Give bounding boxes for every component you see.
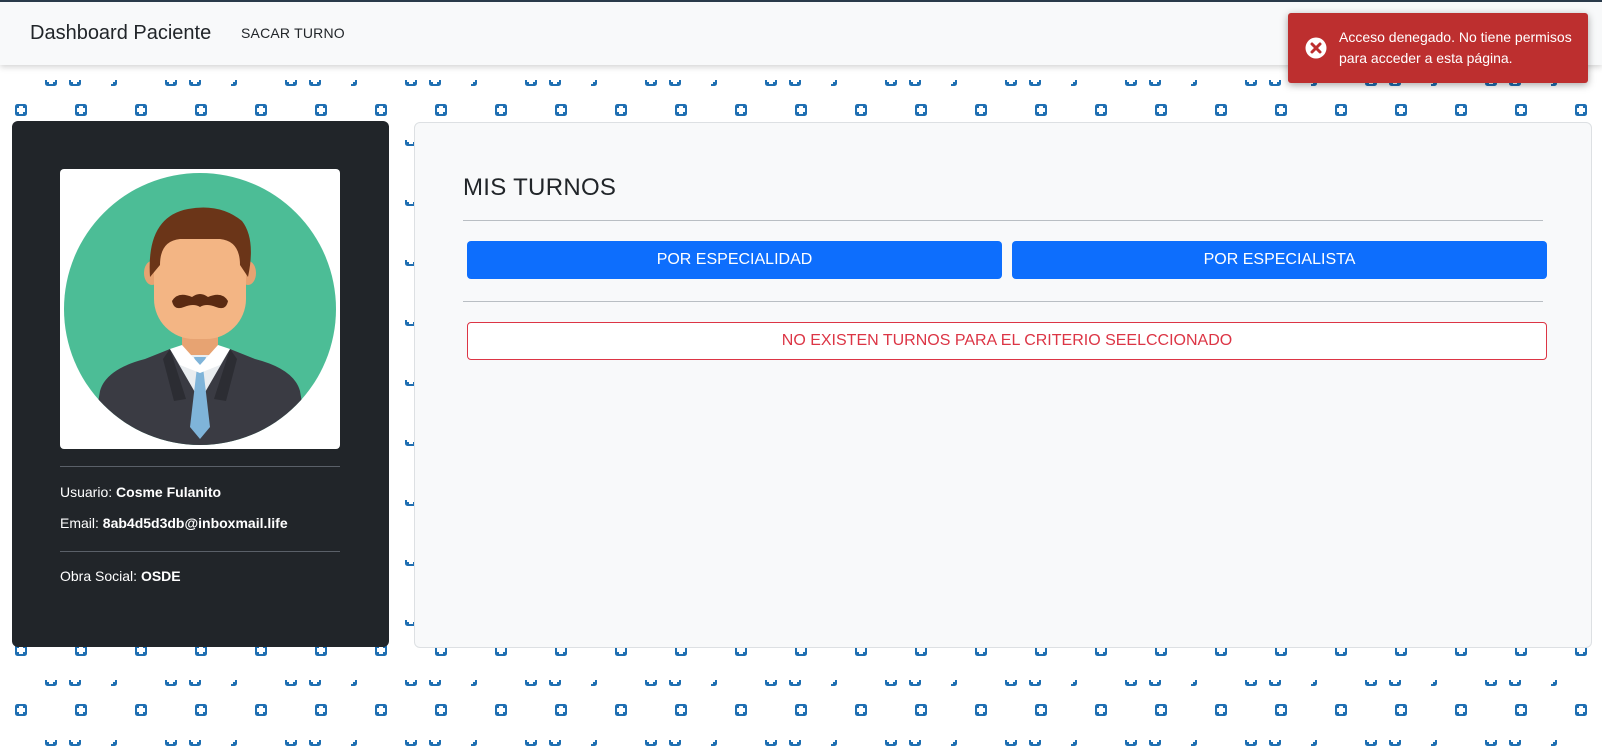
email-value: 8ab4d5d3db@inboxmail.life (102, 515, 288, 531)
turnos-panel: MIS TURNOS POR ESPECIALIDAD POR ESPECIAL… (414, 122, 1592, 648)
error-toast[interactable]: Acceso denegado. No tiene permisos para … (1288, 13, 1588, 83)
toast-message: Acceso denegado. No tiene permisos para … (1339, 29, 1572, 66)
avatar (60, 169, 340, 449)
profile-usuario: Usuario: Cosme Fulanito (60, 484, 221, 500)
navbar-brand[interactable]: Dashboard Paciente (30, 22, 211, 45)
title-divider (463, 220, 1543, 221)
profile-card: Usuario: Cosme Fulanito Email: 8ab4d5d3d… (12, 121, 389, 647)
profile-divider (60, 466, 340, 467)
profile-email: Email: 8ab4d5d3db@inboxmail.life (60, 515, 288, 531)
page-title: MIS TURNOS (463, 174, 617, 201)
usuario-label: Usuario: (60, 484, 117, 500)
buttons-divider (463, 301, 1543, 302)
profile-obra-social: Obra Social: OSDE (60, 568, 181, 584)
obra-social-label: Obra Social: (60, 568, 141, 584)
obra-social-value: OSDE (140, 568, 181, 584)
male-doctor-avatar-icon (64, 173, 336, 445)
profile-divider (60, 551, 340, 552)
empty-turnos-alert: NO EXISTEN TURNOS PARA EL CRITERIO SEELC… (467, 322, 1547, 360)
error-circle-icon (1305, 37, 1327, 59)
por-especialista-button[interactable]: POR ESPECIALISTA (1012, 241, 1547, 279)
por-especialidad-button[interactable]: POR ESPECIALIDAD (467, 241, 1002, 279)
usuario-value: Cosme Fulanito (116, 484, 222, 500)
email-label: Email: (60, 515, 103, 531)
nav-link-sacar-turno[interactable]: SACAR TURNO (241, 25, 345, 41)
